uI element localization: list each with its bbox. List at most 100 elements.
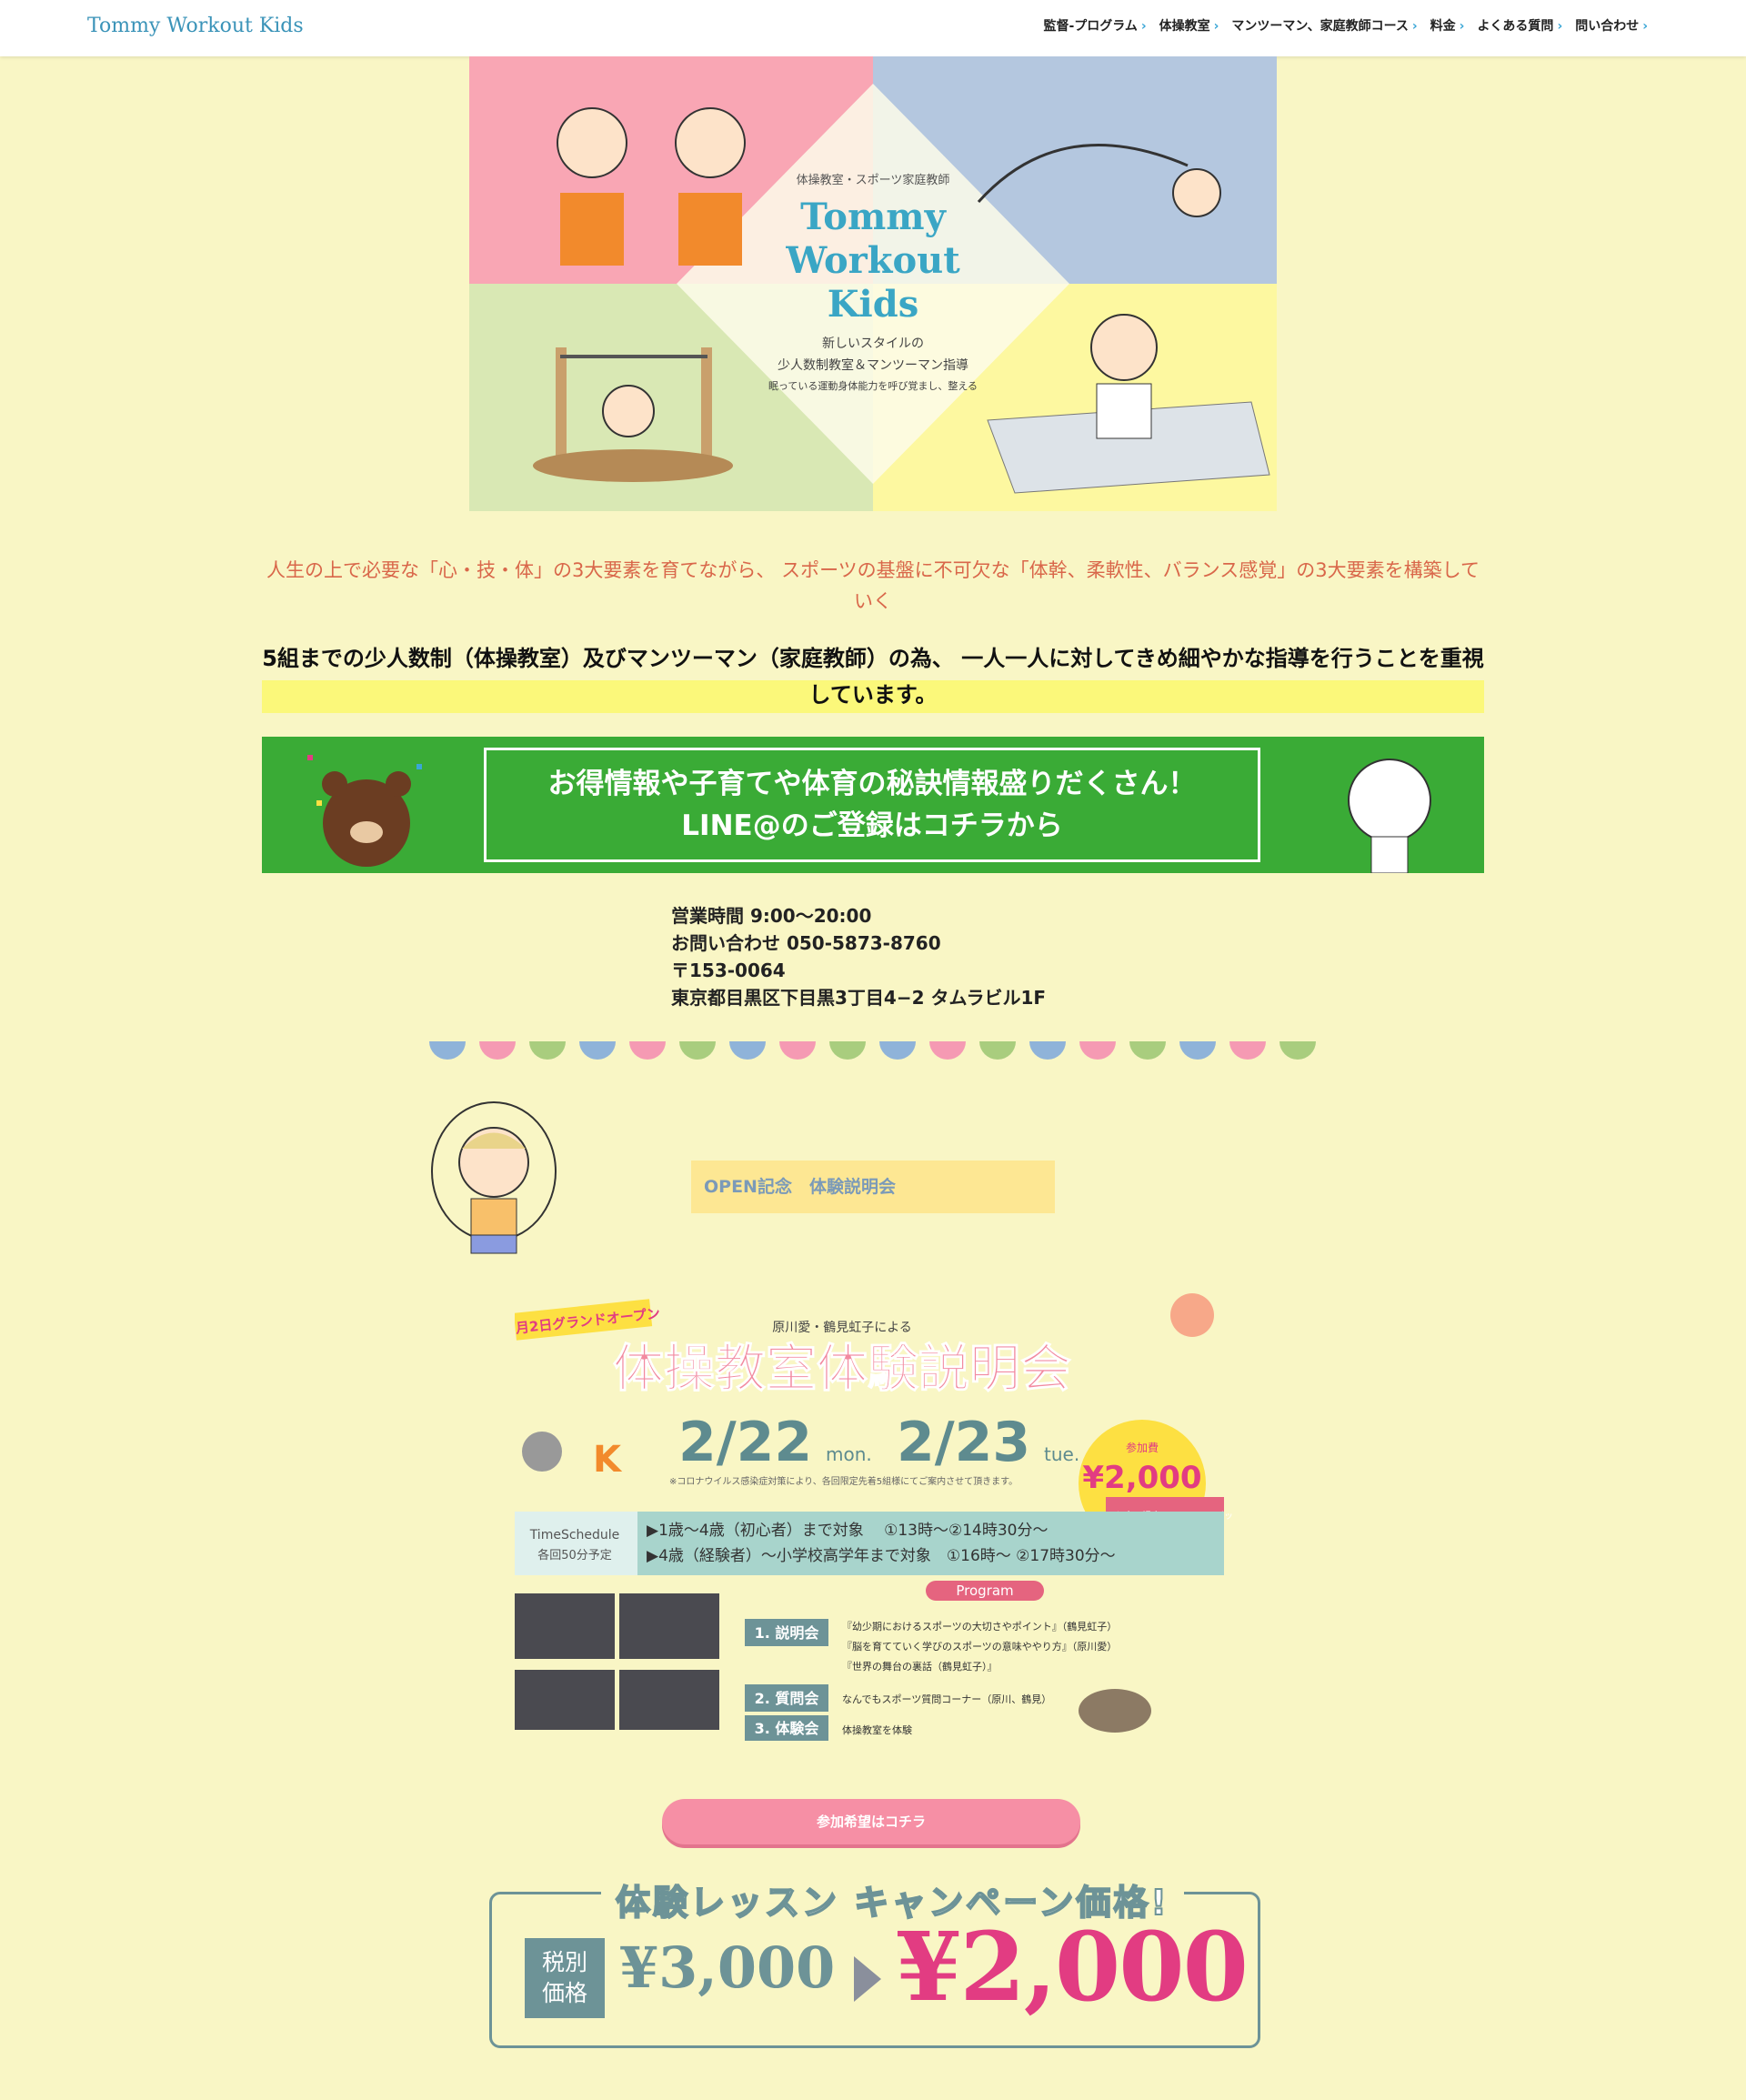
bunting-flag [529, 1041, 566, 1060]
jump-rope-kid-icon [431, 1101, 557, 1254]
highlight-text: 5組までの少人数制（体操教室）及びマンツーマン（家庭教師）の為、 一人一人に対し… [262, 640, 1484, 713]
site-header: Tommy Workout Kids 監督-プログラム › 体操教室 › マンツーマ… [0, 0, 1746, 56]
nav-item-faq[interactable]: よくある質問 › [1477, 16, 1562, 35]
postal-code: 〒153-0064 [671, 960, 786, 981]
bunting-flag [1029, 1041, 1066, 1060]
tax-label-1: 税別 [541, 1949, 587, 1975]
nav-item-contact[interactable]: 問い合わせ › [1575, 16, 1648, 35]
bunting-flag [1079, 1041, 1116, 1060]
business-info: 営業時間 9:00〜20:00 お問い合わせ 050-5873-8760 〒15… [671, 902, 1046, 1011]
chevron-right-icon: › [1213, 19, 1219, 34]
hero-title-2: Workout [785, 239, 960, 282]
fee-label: 参加費 [1126, 1441, 1159, 1454]
flyer-date-1: 2/22 [678, 1411, 812, 1474]
program-label: Program [956, 1583, 1013, 1599]
bunting-flag [1179, 1041, 1216, 1060]
nav-item-price[interactable]: 料金 › [1430, 16, 1465, 35]
schedule-line-1: ▶1歳〜4歳（初心者）まで対象 ①13時〜②14時30分〜 [647, 1522, 1049, 1540]
koala-icon [522, 1432, 562, 1472]
line-register-banner[interactable]: お得情報や子育てや体育の秘訣情報盛りだくさん！ LINE@のご登録はコチラから [262, 737, 1484, 873]
line-banner-line1: お得情報や子育てや体育の秘訣情報盛りだくさん！ [547, 768, 1197, 800]
chevron-right-icon: › [1459, 19, 1465, 34]
bunting-flag [1129, 1041, 1166, 1060]
phone-contact: お問い合わせ 050-5873-8760 [671, 932, 941, 954]
nav-item-program[interactable]: 監督-プログラム › [1043, 16, 1146, 35]
program-1-a: 『幼少期におけるスポーツの大切さやポイント』（鶴見虹子） [842, 1620, 1117, 1633]
business-hours: 営業時間 9:00〜20:00 [671, 905, 872, 927]
line-banner-text: お得情報や子育てや体育の秘訣情報盛りだくさん！ LINE@のご登録はコチラから [484, 748, 1260, 862]
line-banner-line2: LINE@のご登録はコチラから [681, 809, 1063, 842]
new-price: ¥2,000 [896, 1911, 1249, 2023]
nav-label: よくある質問 [1477, 19, 1554, 34]
site-logo[interactable]: Tommy Workout Kids [87, 15, 304, 37]
bunting-flag [829, 1041, 866, 1060]
flyer-title: 体操教室体験説明会 [613, 1340, 1071, 1399]
program-3-text: 体操教室を体験 [842, 1723, 912, 1736]
program-2-text: なんでもスポーツ質問コーナー（原川、鶴見） [842, 1693, 1051, 1705]
bunting-flag [1279, 1041, 1316, 1060]
program-1-b: 『脳を育てていく学びのスポーツの意味ややり方』（原川愛） [842, 1640, 1117, 1653]
bunting-flag [879, 1041, 916, 1060]
join-button[interactable]: 参加希望はコチラ [662, 1799, 1080, 1844]
schedule-label: TimeSchedule [529, 1528, 620, 1542]
campaign-price-box: 体験レッスン キャンペーン価格! 税別 価格 ¥3,000 ¥2,000 [489, 1874, 1260, 2048]
tax-label-2: 価格 [541, 1980, 587, 2006]
program-2-label: 2. 質問会 [755, 1690, 819, 1707]
event-flyer: 3月2日グランドオープン 原川愛・鶴見虹子による 体操教室体験説明会 K 2/2… [515, 1279, 1233, 1743]
hero-title-1: Tommy [800, 196, 948, 238]
bunting-flag [729, 1041, 766, 1060]
flyer-by: 原川愛・鶴見虹子による [772, 1320, 912, 1335]
event-flyer-graphic: 3月2日グランドオープン 原川愛・鶴見虹子による 体操教室体験説明会 K 2/2… [515, 1293, 1233, 1741]
chevron-right-icon: › [1557, 19, 1563, 34]
tax-label: 税別 価格 [525, 1938, 605, 2018]
decorative-bunting [429, 1041, 1316, 1060]
bunting-flag [679, 1041, 716, 1060]
open-event-heading: OPEN記念 体験説明会 [691, 1161, 1055, 1213]
bunting-flag [479, 1041, 516, 1060]
hero-banner: 体操教室・スポーツ家庭教師 Tommy Workout Kids 新しいスタイル… [469, 56, 1277, 511]
flyer-day-1: mon. [826, 1443, 872, 1465]
bunting-flag [1229, 1041, 1266, 1060]
hero-title-3: Kids [828, 283, 918, 326]
flyer-date-2: 2/23 [897, 1411, 1030, 1474]
program-1-c: 『世界の舞台の裏話（鶴見虹子）』 [842, 1660, 998, 1673]
chevron-right-icon: › [1642, 19, 1648, 34]
bunting-flag [929, 1041, 966, 1060]
hero-tag-3: 眠っている運動身体能力を呼び覚まし、整える [768, 379, 978, 392]
fee-value: ¥2,000 [1082, 1460, 1201, 1496]
nav-label: 料金 [1430, 19, 1456, 34]
octopus-icon [1170, 1293, 1214, 1337]
nav-label: マンツーマン、家庭教師コース [1231, 19, 1409, 34]
nav-label: 監督-プログラム [1043, 19, 1138, 34]
rabbit-icon [1348, 759, 1431, 873]
schedule-line-2: ▶4歳（経験者）〜小学校高学年まで対象 ①16時〜 ②17時30分〜 [647, 1547, 1116, 1565]
bunting-flag [579, 1041, 616, 1060]
lead-text: 人生の上で必要な「心・技・体」の3大要素を育てながら、 スポーツの基盤に不可欠な… [266, 559, 1480, 612]
schedule-sub: 各回50分予定 [537, 1548, 612, 1562]
old-price: ¥3,000 [619, 1934, 836, 2001]
hero-tag-2: 少人数制教室＆マンツーマン指導 [778, 357, 968, 373]
program-3-label: 3. 体験会 [755, 1720, 819, 1737]
hero-tag-1: 新しいスタイルの [822, 337, 924, 351]
arrow-right-icon [854, 1956, 881, 2002]
hedgehog-icon [1079, 1689, 1151, 1733]
flyer-note: ※コロナウイルス感染症対策により、各回限定先着5組様にてご案内させて頂きます。 [669, 1475, 1018, 1487]
chevron-right-icon: › [1140, 19, 1147, 34]
bunting-flag [779, 1041, 816, 1060]
nav-item-class[interactable]: 体操教室 › [1159, 16, 1219, 35]
bunting-flag [629, 1041, 666, 1060]
bunting-flag [979, 1041, 1016, 1060]
flyer-day-2: tue. [1044, 1443, 1079, 1465]
nav-label: 体操教室 [1159, 19, 1210, 34]
main-nav: 監督-プログラム › 体操教室 › マンツーマン、家庭教師コース › 料金 › よくある… [1043, 16, 1648, 35]
chevron-right-icon: › [1411, 19, 1418, 34]
nav-label: 問い合わせ [1575, 19, 1640, 34]
nav-item-mantoman[interactable]: マンツーマン、家庭教師コース › [1231, 16, 1417, 35]
bunting-flag [429, 1041, 466, 1060]
bear-icon [307, 755, 422, 867]
program-1-label: 1. 説明会 [755, 1624, 819, 1642]
hero-subtitle: 体操教室・スポーツ家庭教師 [797, 173, 950, 187]
hero-illustration: 体操教室・スポーツ家庭教師 Tommy Workout Kids 新しいスタイル… [469, 56, 1277, 511]
address: 東京都目黒区下目黒3丁目4−2 タムラビル1F [671, 987, 1047, 1009]
svg-text:K: K [593, 1439, 623, 1481]
